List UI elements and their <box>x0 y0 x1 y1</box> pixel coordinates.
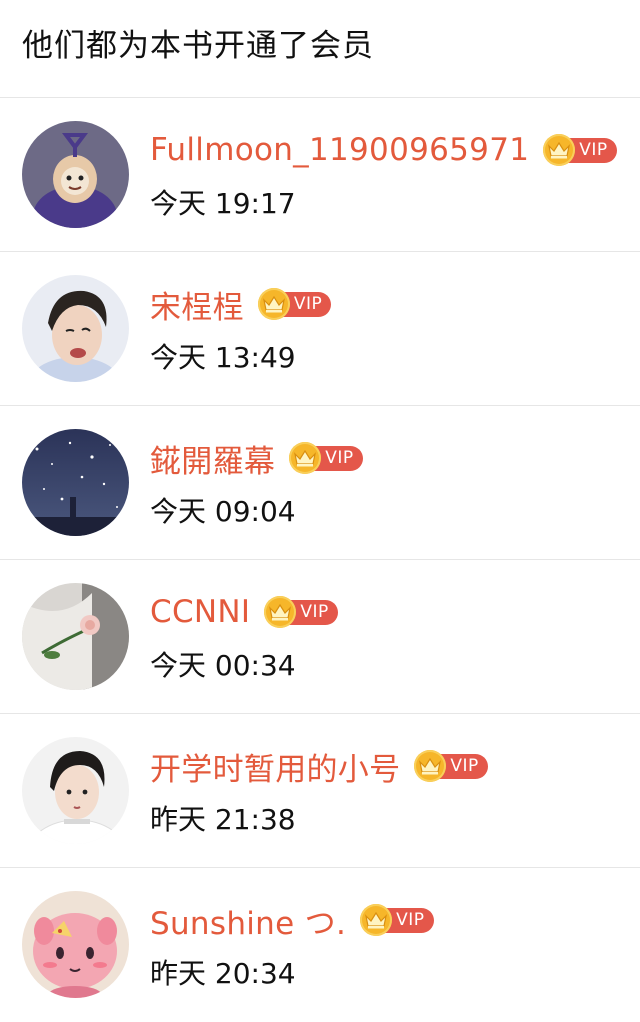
member-name[interactable]: Fullmoon_11900965971 <box>150 132 529 168</box>
vip-badge: VIP <box>543 134 617 166</box>
open-time: 昨天 21:38 <box>150 803 296 836</box>
open-time: 昨天 20:34 <box>150 957 296 990</box>
list-item[interactable]: 宋桯桯 VIP 今天 13:49 <box>0 252 640 406</box>
avatar[interactable] <box>22 891 129 998</box>
list-item[interactable]: Fullmoon_11900965971 VIP 今天 19:17 <box>0 98 640 252</box>
member-name[interactable]: Sunshine つ. <box>150 898 346 943</box>
crown-icon <box>257 288 290 320</box>
avatar[interactable] <box>22 121 129 228</box>
page-title: 他们都为本书开通了会员 <box>22 28 374 64</box>
member-list: Fullmoon_11900965971 VIP 今天 19:17 宋桯桯 VI… <box>0 98 640 1022</box>
member-name[interactable]: 宋桯桯 <box>150 282 244 327</box>
avatar[interactable] <box>22 737 129 844</box>
open-time: 今天 19:17 <box>150 187 296 220</box>
avatar[interactable] <box>22 275 129 382</box>
vip-badge: VIP <box>264 596 338 628</box>
open-time: 今天 09:04 <box>150 495 296 528</box>
vip-badge: VIP <box>289 442 363 474</box>
member-name[interactable]: 开学时暂用的小号 <box>150 744 400 789</box>
list-item[interactable]: 錵開羅幕 VIP 今天 09:04 <box>0 406 640 560</box>
crown-icon <box>289 442 322 474</box>
vip-badge: VIP <box>414 750 488 782</box>
vip-badge: VIP <box>360 904 434 936</box>
list-item[interactable]: CCNNI VIP 今天 00:34 <box>0 560 640 714</box>
crown-icon <box>360 904 393 936</box>
open-time: 今天 00:34 <box>150 649 296 682</box>
avatar[interactable] <box>22 583 129 690</box>
member-name[interactable]: CCNNI <box>150 594 250 630</box>
avatar[interactable] <box>22 429 129 536</box>
open-time: 今天 13:49 <box>150 341 296 374</box>
vip-badge: VIP <box>257 288 332 320</box>
crown-icon <box>543 134 576 166</box>
member-name[interactable]: 錵開羅幕 <box>150 436 275 481</box>
list-item[interactable]: 开学时暂用的小号 VIP 昨天 21:38 <box>0 714 640 868</box>
page-header: 他们都为本书开通了会员 <box>0 0 640 98</box>
list-item[interactable]: Sunshine つ. VIP 昨天 20:34 <box>0 868 640 1022</box>
